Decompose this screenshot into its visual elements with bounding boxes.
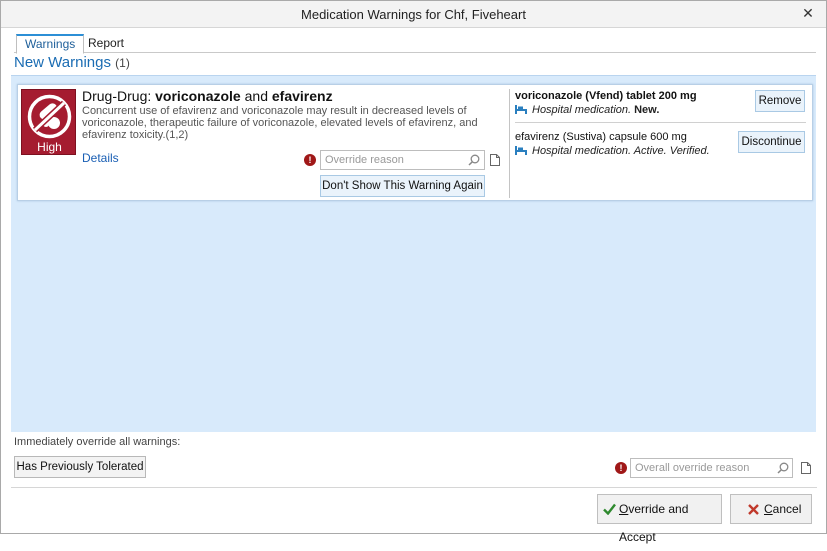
drug-b-name: efavirenz — [271, 88, 333, 104]
warning-type: Drug-Drug: — [82, 88, 156, 104]
details-link[interactable]: Details — [82, 151, 119, 165]
warning-count: (1) — [115, 56, 130, 70]
exclamation-circle-icon: ! — [615, 462, 627, 474]
remove-button[interactable]: Remove — [755, 90, 805, 112]
window-title: Medication Warnings for Chf, Fiveheart — [301, 7, 526, 22]
magnifier-icon[interactable] — [468, 154, 480, 166]
medication-status-text: Hospital medication. — [532, 104, 635, 116]
hospital-bed-icon — [515, 105, 527, 114]
overall-override-reason-input[interactable]: Overall override reason — [630, 458, 793, 478]
tab-warnings[interactable]: Warnings — [16, 34, 85, 54]
accept-label-mnemonic: O — [619, 502, 629, 516]
severity-badge: High — [21, 89, 76, 155]
discontinue-button[interactable]: Discontinue — [738, 131, 805, 153]
title-join: and — [240, 88, 272, 104]
cancel-label-rest: ancel — [772, 502, 802, 516]
medication-item: efavirenz (Sustiva) capsule 600 mg Hospi… — [515, 131, 710, 157]
medication-status: Hospital medication. New. — [515, 104, 697, 116]
override-reason-input[interactable]: Override reason — [320, 150, 485, 170]
column-divider — [509, 89, 510, 198]
warning-description: Concurrent use of efavirenz and voricona… — [82, 105, 478, 141]
checkmark-icon — [603, 503, 616, 515]
tab-bar: Warnings Report — [14, 34, 816, 54]
accept-label-rest: verride and Accept — [619, 502, 689, 544]
medication-name: voriconazole (Vfend) tablet 200 mg — [515, 90, 697, 102]
no-pills-icon — [27, 94, 72, 139]
close-button[interactable]: ✕ — [796, 3, 820, 22]
title-bar: Medication Warnings for Chf, Fiveheart ✕ — [1, 1, 826, 28]
medication-divider — [515, 122, 806, 123]
document-icon[interactable] — [490, 154, 500, 166]
medication-status-new: New. — [634, 104, 660, 116]
warning-title: Drug-Drug: voriconazole and efavirenz — [82, 88, 333, 104]
severity-label: High — [37, 140, 62, 154]
cancel-button[interactable]: Cancel — [730, 494, 812, 524]
medication-status: Hospital medication. Active. Verified. — [515, 145, 710, 157]
override-all-label: Immediately override all warnings: — [14, 436, 181, 448]
exclamation-circle-icon: ! — [304, 154, 316, 166]
new-warnings-heading: New Warnings (1) — [14, 54, 130, 71]
warnings-list: High Drug-Drug: voriconazole and efavire… — [11, 75, 816, 432]
cancel-label-mnemonic: C — [764, 502, 773, 516]
heading-label: New Warnings — [14, 54, 111, 71]
medication-name: efavirenz (Sustiva) capsule 600 mg — [515, 131, 687, 143]
magnifier-icon[interactable] — [777, 462, 789, 474]
tab-report[interactable]: Report — [80, 34, 132, 53]
medication-item: voriconazole (Vfend) tablet 200 mg Hospi… — [515, 90, 697, 116]
medication-warnings-dialog: Medication Warnings for Chf, Fiveheart ✕… — [0, 0, 827, 544]
document-icon[interactable] — [801, 462, 811, 474]
warning-card: High Drug-Drug: voriconazole and efavire… — [17, 84, 813, 201]
hospital-bed-icon — [515, 146, 527, 155]
drug-a-name: voriconazole — [155, 88, 241, 104]
override-and-accept-button[interactable]: Override and Accept — [597, 494, 722, 544]
has-previously-tolerated-button[interactable]: Has Previously Tolerated — [14, 456, 146, 478]
dont-show-again-button[interactable]: Don't Show This Warning Again — [320, 175, 485, 197]
medication-status-text: Hospital medication. Active. Verified. — [532, 145, 710, 157]
footer-divider — [11, 487, 817, 488]
x-icon — [748, 504, 759, 515]
